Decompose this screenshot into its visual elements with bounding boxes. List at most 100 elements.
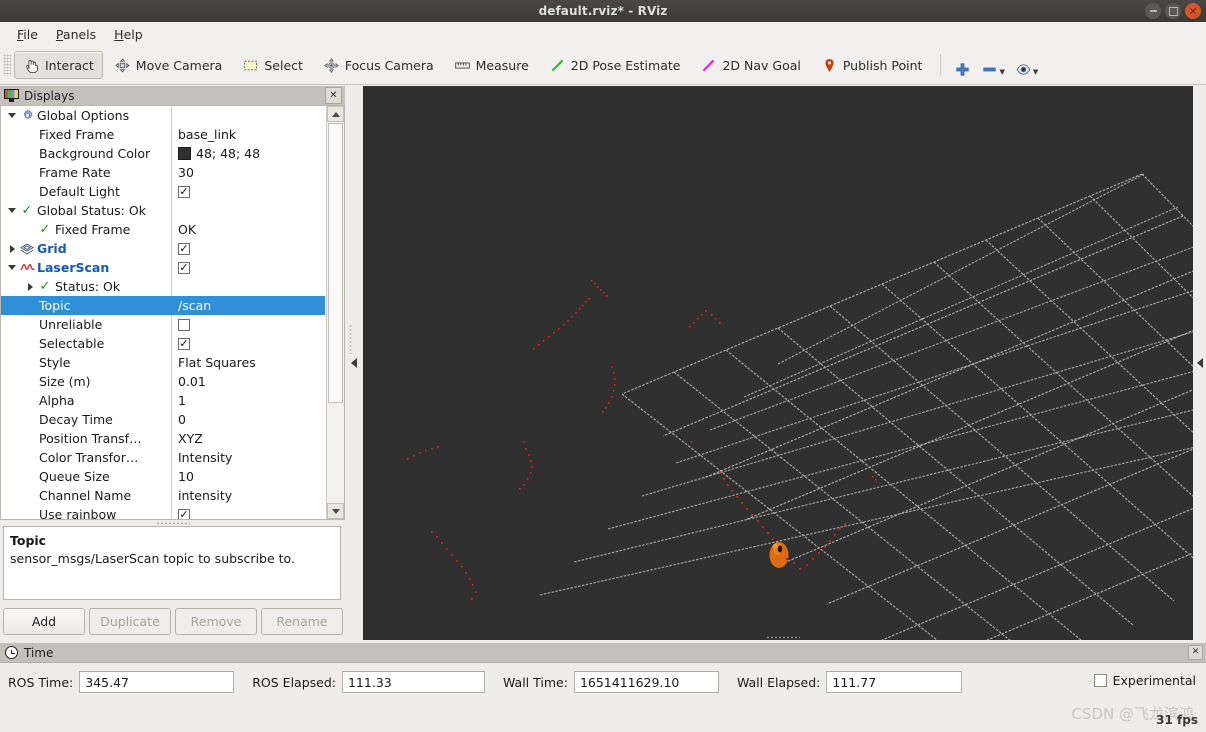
render-view-3d[interactable] [363,86,1203,640]
displays-close-icon[interactable]: ✕ [325,87,342,104]
color-swatch[interactable] [178,147,191,160]
tree-row-value-cell[interactable]: Intensity [171,448,325,467]
tree-row[interactable]: LaserScan ✓ [1,258,325,277]
minimize-button[interactable] [1145,3,1161,19]
tool-select[interactable]: Select [233,51,312,79]
toolbar-grip[interactable] [3,54,11,76]
tree-row[interactable]: Selectable ✓ [1,334,325,353]
tree-row-value-cell[interactable]: /scan [171,296,325,315]
tree-row-value-cell[interactable] [171,201,325,220]
tree-row-value-cell[interactable]: 48; 48; 48 [171,144,325,163]
close-button[interactable]: ✕ [1185,3,1201,19]
viewport-resize-grip[interactable] [766,636,800,639]
checkbox-checked[interactable]: ✓ [178,508,190,519]
tree-row-value-cell[interactable]: base_link [171,125,325,144]
tree-row[interactable]: Alpha 1 [1,391,325,410]
menu-panels[interactable]: Panels [47,25,105,44]
tree-row-value-cell[interactable]: ✓ [171,258,325,277]
scroll-down-icon[interactable] [327,503,344,519]
ros-elapsed-input[interactable]: 111.33 [341,671,485,693]
tree-row-value-cell[interactable]: 10 [171,467,325,486]
tree-row[interactable]: Color Transfor… Intensity [1,448,325,467]
tool-2d-nav-goal[interactable]: 2D Nav Goal [691,51,809,79]
tree-row[interactable]: Position Transf… XYZ [1,429,325,448]
expander-right-icon[interactable] [23,282,37,291]
tool-interact[interactable]: Interact [14,51,103,79]
checkbox-checked[interactable]: ✓ [178,242,190,255]
tree-row[interactable]: Default Light ✓ [1,182,325,201]
expander-right-icon[interactable] [5,244,19,253]
displays-scrollbar[interactable] [326,106,344,519]
left-splitter[interactable] [345,86,363,640]
tree-row-value-cell[interactable]: intensity [171,486,325,505]
tree-row-value-cell[interactable]: 1 [171,391,325,410]
tree-row[interactable]: Unreliable [1,315,325,334]
scroll-up-icon[interactable] [327,106,344,122]
experimental-checkbox-row[interactable]: Experimental [1093,673,1196,688]
tree-row-value-cell[interactable]: ✓ [171,334,325,353]
right-splitter[interactable] [1193,86,1206,640]
tree-row[interactable]: Decay Time 0 [1,410,325,429]
checkbox-unchecked[interactable] [178,318,190,331]
wall-time-input[interactable]: 1651411629.10 [573,671,719,693]
collapse-right-icon[interactable] [1196,358,1203,368]
tree-row-value-cell[interactable] [171,277,325,296]
visibility-caret-icon[interactable]: ▼ [1033,68,1038,76]
tree-row-value-cell[interactable]: 0 [171,410,325,429]
tool-add-panel[interactable] [949,52,976,78]
tree-row-value-cell[interactable]: ✓ [171,182,325,201]
tree-row[interactable]: Size (m) 0.01 [1,372,325,391]
tool-remove-panel[interactable]: ▼ [976,52,1009,78]
tree-row[interactable]: Fixed Frame base_link [1,125,325,144]
menu-file[interactable]: File [8,25,47,44]
tree-row-value-cell[interactable]: XYZ [171,429,325,448]
tree-row-value-cell[interactable] [171,315,325,334]
experimental-checkbox[interactable] [1093,674,1107,687]
collapse-left-icon[interactable] [351,358,357,368]
maximize-button[interactable] [1165,3,1181,19]
checkbox-checked[interactable]: ✓ [178,337,190,350]
tree-row-value-cell[interactable]: Flat Squares [171,353,325,372]
tool-move-camera[interactable]: Move Camera [105,51,232,79]
checkbox-checked[interactable]: ✓ [178,185,190,198]
tree-row[interactable]: Use rainbow ✓ [1,505,325,519]
tree-row-value-cell[interactable] [171,106,325,125]
tool-focus-camera[interactable]: Focus Camera [314,51,443,79]
tool-publish-point[interactable]: Publish Point [812,51,932,79]
menu-help[interactable]: Help [105,25,152,44]
scrollbar-thumb[interactable] [328,123,343,403]
tool-visibility[interactable]: ▼ [1010,52,1043,78]
tree-row-value-cell[interactable]: 0.01 [171,372,325,391]
tree-row[interactable]: Frame Rate 30 [1,163,325,182]
expander-down-icon[interactable] [5,265,19,270]
add-button[interactable]: Add [3,608,85,635]
expander-down-icon[interactable] [5,113,19,118]
tool-measure[interactable]: Measure [445,51,538,79]
tree-row-value-cell[interactable]: OK [171,220,325,239]
tree-row-value-cell[interactable]: 30 [171,163,325,182]
remove-button[interactable]: Remove [175,608,257,635]
tree-row[interactable]: ✓ Global Status: Ok [1,201,325,220]
tree-row[interactable]: Topic/scan [1,296,325,315]
tree-row-value-cell[interactable]: ✓ [171,505,325,519]
checkbox-checked[interactable]: ✓ [178,261,190,274]
tree-row[interactable]: Grid ✓ [1,239,325,258]
ros-time-input[interactable]: 345.47 [79,671,235,693]
tree-row[interactable]: Background Color 48; 48; 48 [1,144,325,163]
wall-elapsed-input[interactable]: 111.77 [826,671,963,693]
tree-row[interactable]: Style Flat Squares [1,353,325,372]
tree-row[interactable]: ✓ Fixed Frame OK [1,220,325,239]
tree-row-value-cell[interactable]: ✓ [171,239,325,258]
tree-row[interactable]: Queue Size 10 [1,467,325,486]
remove-panel-caret-icon[interactable]: ▼ [999,68,1004,76]
tree-row[interactable]: Channel Name intensity [1,486,325,505]
tool-2d-pose-estimate[interactable]: 2D Pose Estimate [540,51,690,79]
time-close-icon[interactable]: ✕ [1188,645,1203,660]
tree-row-label: Color Transfor… [39,450,139,465]
tree-row[interactable]: Global Options [1,106,325,125]
rename-button[interactable]: Rename [261,608,343,635]
tree-row[interactable]: ✓ Status: Ok [1,277,325,296]
displays-tree[interactable]: Global Options Fixed Frame base_link Backgr… [0,105,345,520]
duplicate-button[interactable]: Duplicate [89,608,171,635]
expander-down-icon[interactable] [5,208,19,213]
